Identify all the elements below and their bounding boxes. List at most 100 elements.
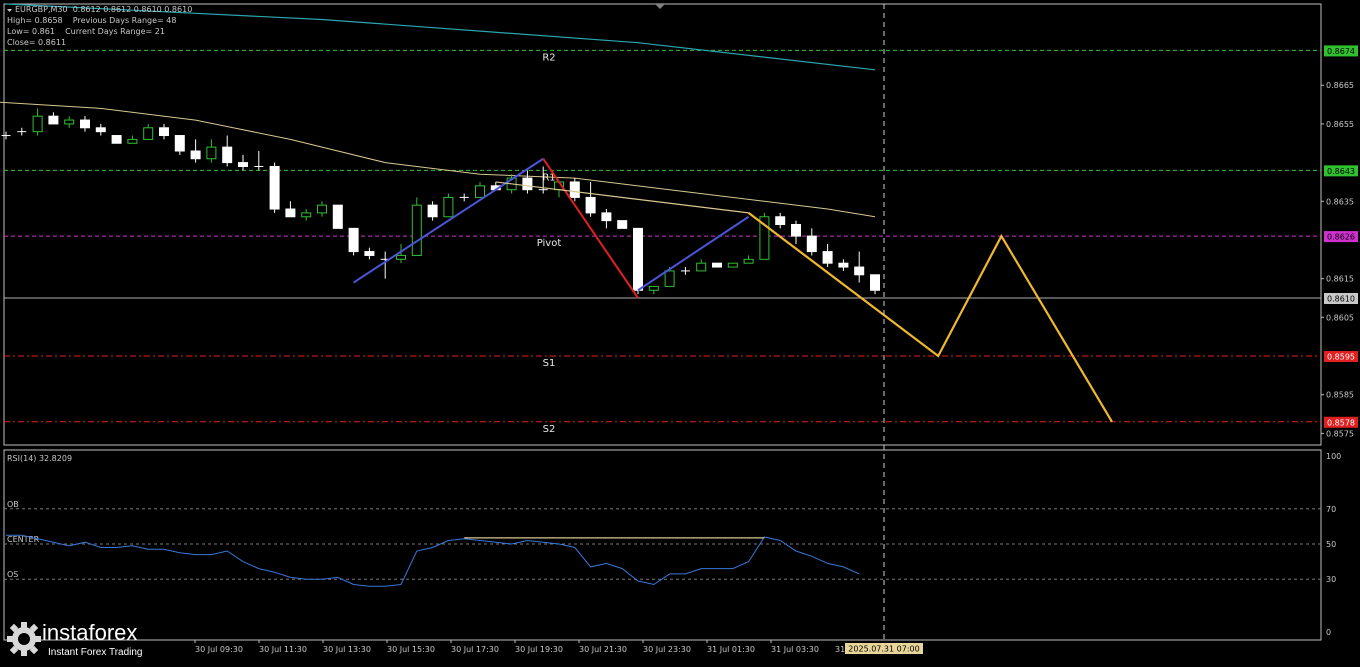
candle-body <box>822 251 833 264</box>
candle[interactable] <box>743 255 754 264</box>
price-tick-label: 0.8615 <box>1326 275 1354 284</box>
candle[interactable] <box>427 201 438 221</box>
time-tick-label: 30 Jul 15:30 <box>387 645 435 654</box>
chart-window[interactable]: R2 R1 Pivot S1 S2 0.8674 0.8643 0.8626 0.8595 0.… <box>0 0 1360 663</box>
candle-body <box>727 262 738 268</box>
time-tick-label: 30 Jul 21:30 <box>579 645 627 654</box>
level-label-pivot: Pivot <box>537 238 562 249</box>
candle-body <box>285 208 296 218</box>
candle[interactable] <box>222 135 233 167</box>
candle[interactable] <box>1 131 11 140</box>
candle-body <box>95 127 106 133</box>
candle[interactable] <box>174 135 185 155</box>
price-tick-label: 0.8665 <box>1326 81 1354 90</box>
candle[interactable] <box>332 204 343 229</box>
candle[interactable] <box>254 151 264 171</box>
level-label-s2: S2 <box>543 424 556 435</box>
candle[interactable] <box>111 135 122 144</box>
candle[interactable] <box>17 127 27 136</box>
candle[interactable] <box>364 247 375 260</box>
price-axis[interactable]: 0.8674 0.8643 0.8626 0.8595 0.8578 0.8610 0.86… <box>1321 45 1358 438</box>
candle[interactable] <box>301 209 312 221</box>
candle[interactable] <box>712 262 722 268</box>
level-label-s1: S1 <box>543 358 556 369</box>
price-tag-text-s1: 0.8595 <box>1327 353 1355 362</box>
price-tick-label: 0.8575 <box>1326 429 1354 438</box>
candle[interactable] <box>633 227 643 295</box>
candle[interactable] <box>727 262 738 268</box>
candle[interactable] <box>569 178 580 202</box>
candle[interactable] <box>806 228 817 256</box>
candle-body <box>206 146 217 160</box>
candle[interactable] <box>143 123 154 140</box>
candle[interactable] <box>317 201 327 217</box>
candle-body <box>648 285 659 291</box>
candle-body <box>743 258 754 264</box>
time-axis[interactable]: 30 Jul 09:30 30 Jul 11:30 30 Jul 13:30 30 J… <box>194 640 845 654</box>
candle[interactable] <box>648 285 659 295</box>
candle[interactable] <box>459 193 469 202</box>
candle[interactable] <box>285 201 296 218</box>
candle[interactable] <box>238 154 248 171</box>
pivot-levels: R2R1PivotS1S2 <box>4 49 1321 435</box>
time-tick-label: 31 Jul 01:30 <box>707 645 755 654</box>
price-tag-text-r1: 0.8643 <box>1327 167 1355 176</box>
time-tick-label-partial: 31 <box>835 645 845 654</box>
price-tick-label: 0.8635 <box>1326 197 1354 206</box>
candle-body <box>569 181 580 198</box>
candle[interactable] <box>48 112 59 125</box>
candle[interactable] <box>601 209 612 229</box>
candle[interactable] <box>475 181 485 198</box>
candle[interactable] <box>159 123 169 140</box>
rsi-level-label-os: OS <box>7 570 18 579</box>
candle[interactable] <box>680 267 690 275</box>
candle-body <box>712 262 722 268</box>
candle-body <box>411 204 422 256</box>
candle-body <box>301 212 312 218</box>
candle[interactable] <box>411 197 422 256</box>
time-tick-label: 30 Jul 23:30 <box>643 645 691 654</box>
candle[interactable] <box>443 193 454 218</box>
candle-body <box>838 262 849 268</box>
candle[interactable] <box>95 123 106 136</box>
rsi-tick-label: 100 <box>1326 452 1341 461</box>
info-collapse-arrow[interactable] <box>7 9 12 12</box>
candle[interactable] <box>759 212 770 260</box>
candle[interactable] <box>269 162 280 213</box>
candle[interactable] <box>838 259 849 271</box>
candle[interactable] <box>32 108 43 136</box>
rsi-level-label-ob: OB <box>7 500 19 509</box>
candle[interactable] <box>854 251 865 283</box>
price-chart-svg[interactable]: R2R1PivotS1S2 0.86740.86430.86260.85950.… <box>0 0 1360 663</box>
candle-body <box>427 204 438 218</box>
rsi-panel[interactable]: RSI(14) 32.8209 OB CENTER OS 100 70 50 30 0 <box>4 452 1341 637</box>
candle-body <box>269 165 280 210</box>
candle-body <box>633 227 643 291</box>
candle[interactable] <box>348 227 359 256</box>
rsi-tick-label: 50 <box>1326 540 1336 549</box>
price-tick-label: 0.8605 <box>1326 313 1354 322</box>
candle-body <box>127 138 138 144</box>
candles[interactable] <box>1 108 880 295</box>
candle-body <box>317 204 327 214</box>
candle[interactable] <box>870 274 880 295</box>
candle[interactable] <box>64 116 75 128</box>
candle[interactable] <box>775 212 786 229</box>
candle[interactable] <box>127 135 138 144</box>
candle[interactable] <box>696 259 707 272</box>
candle-body <box>190 150 201 160</box>
candle[interactable] <box>791 220 801 244</box>
chart-shift-marker[interactable] <box>655 4 665 9</box>
time-tick-label: 30 Jul 11:30 <box>259 645 307 654</box>
candle[interactable] <box>80 116 90 132</box>
candle[interactable] <box>585 181 596 217</box>
candle[interactable] <box>206 139 217 163</box>
wave-up <box>637 215 750 292</box>
candle[interactable] <box>190 139 201 163</box>
candle[interactable] <box>522 170 533 194</box>
wave-up <box>353 157 544 284</box>
candle[interactable] <box>617 220 628 229</box>
candle-body <box>396 254 406 260</box>
level-label-r2: R2 <box>542 52 555 63</box>
candle[interactable] <box>822 243 833 268</box>
